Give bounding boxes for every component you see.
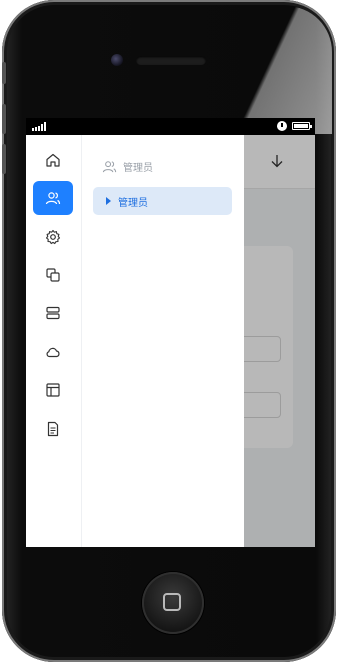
volume-up-button [2,104,6,134]
status-bar [26,118,315,135]
cloud-icon [46,347,60,358]
rail-item-cloud[interactable] [33,335,73,369]
submenu-header: 管理员 [102,158,153,174]
clock-icon [277,121,287,131]
copy-icon [46,268,60,282]
rail-item-document[interactable] [33,412,73,446]
home-square-icon [163,593,181,611]
phone-screen: 管理员 管理员 [26,118,315,547]
submenu-panel: 管理员 管理员 [82,135,244,547]
rail-item-users[interactable] [33,181,73,215]
submenu-item-label: 管理员 [118,197,148,209]
document-icon [47,421,59,437]
caret-right-icon [106,197,111,205]
home-button[interactable] [142,572,204,634]
home-icon [46,153,60,167]
navigation-drawer: 管理员 管理员 [26,135,244,547]
earpiece-speaker [136,56,206,65]
submenu-item-admin[interactable]: 管理员 [93,187,232,215]
submenu-title: 管理员 [123,162,153,174]
users-icon [45,192,61,205]
icon-rail [26,135,82,547]
volume-down-button [2,144,6,174]
server-icon [46,306,60,320]
rail-item-home[interactable] [33,143,73,177]
mute-switch [2,62,6,84]
rail-item-settings[interactable] [33,220,73,254]
users-icon [102,160,117,172]
battery-icon [292,122,312,130]
app-view: 管理员 管理员 [26,135,315,547]
layout-icon [46,383,60,397]
rail-item-copy[interactable] [33,258,73,292]
gear-icon [45,229,61,245]
signal-icon [32,122,46,131]
rail-item-server[interactable] [33,296,73,330]
front-camera [111,54,123,66]
rail-item-layout[interactable] [33,373,73,407]
